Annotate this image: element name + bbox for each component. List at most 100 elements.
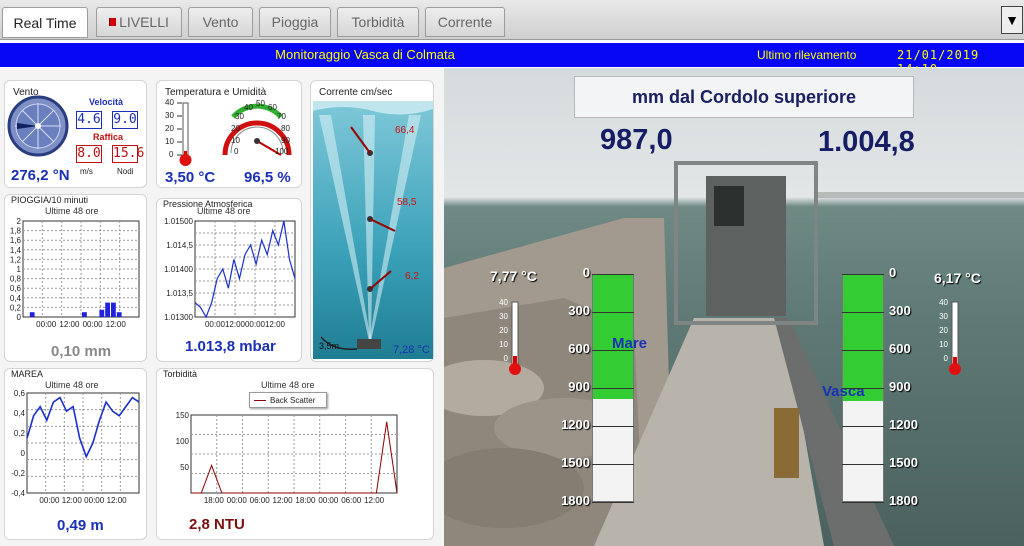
y-tick-label: 1,2	[10, 255, 22, 264]
temp-scale-10: 10	[165, 137, 174, 146]
y-tick-label: 2	[17, 217, 22, 226]
gauge-tick-line	[842, 426, 884, 427]
gauge-tick-label: 300	[889, 303, 911, 318]
current-value-2: 58,5	[397, 197, 417, 208]
x-tick-label: 12:00	[106, 320, 127, 329]
x-tick-label: 12:00	[225, 320, 246, 329]
y-tick-label: 0,8	[10, 275, 22, 284]
unit-ms-label: m/s	[80, 167, 93, 176]
gauge-tick-line	[592, 464, 634, 465]
y-tick-label: 0,2	[14, 429, 26, 438]
x-tick-label: 18:00	[204, 496, 225, 505]
tab-label: Torbidità	[351, 14, 405, 30]
page-title: Monitoraggio Vasca di Colmata	[275, 47, 455, 62]
tab-real-time[interactable]: Real Time	[2, 7, 88, 38]
pressure-panel: Pressione Atmosferica Ultime 48 ore 1.01…	[156, 198, 302, 362]
dashboard-left: Vento Velocità 4.6 9.0 Raffica 8.0 15.6 …	[0, 68, 444, 546]
speed-label: Velocità	[89, 97, 124, 107]
plot-area	[190, 414, 398, 494]
speed-ms-display: 4.6	[76, 111, 102, 129]
basin-thermometer-icon	[949, 301, 961, 375]
y-tick-label: -0,4	[11, 489, 25, 498]
rain-bar	[116, 312, 122, 317]
gauge-tick-line	[842, 388, 884, 389]
tab-label: Pioggia	[271, 14, 319, 30]
x-tick-label: 12:00	[273, 496, 294, 505]
gauge-tick-label: 1200	[561, 417, 590, 432]
x-tick-label: 12:00	[62, 496, 83, 505]
y-tick-label: 0,4	[10, 294, 22, 303]
current-panel: Corrente cm/sec 66,4 58,5 6,2 3,5m 7,28 …	[310, 80, 434, 362]
hum-scale-70: 70	[277, 112, 286, 121]
chevron-down-icon: ▼	[1005, 12, 1019, 28]
x-tick-label: 06:00	[341, 496, 362, 505]
x-tick-label: 00:00	[39, 496, 60, 505]
gust-kn-display: 15.6	[112, 145, 145, 163]
y-tick-label: 1	[17, 265, 22, 274]
hum-scale-90: 90	[281, 136, 290, 145]
thermometer-scale-label: 0	[503, 354, 508, 363]
temp-scale-20: 20	[165, 124, 174, 133]
temp-scale-0: 0	[169, 150, 174, 159]
thermometer-scale-label: 30	[499, 312, 508, 321]
tab-corrente[interactable]: Corrente	[425, 7, 505, 37]
hum-scale-10: 10	[231, 136, 240, 145]
y-tick-label: 0,4	[14, 409, 26, 418]
x-tick-label: 00:00	[227, 496, 248, 505]
pressure-value: 1.013,8 mbar	[185, 338, 276, 355]
y-tick-label: 0,2	[10, 303, 22, 312]
basin-level-value: 1.004,8	[818, 126, 915, 158]
tab-pioggia[interactable]: Pioggia	[259, 7, 331, 37]
basin-temp-value: 6,17 °C	[934, 270, 981, 286]
gauge-tick-label: 600	[889, 341, 911, 356]
turbidity-panel: Torbidità Ultime 48 ore Back Scatter 150…	[156, 368, 434, 540]
thermometer-scale-label: 20	[939, 326, 948, 335]
temp-humidity-panel: Temperatura e Umidità 40 30 20 10 0 0 10…	[156, 80, 302, 188]
temperature-value: 3,50 °C	[165, 169, 216, 186]
gauge-tick-label: 1500	[561, 455, 590, 470]
tide-chart: 0,60,40,20-0,2-0,400:00 12:00 00:00 12:00	[11, 389, 140, 505]
hum-scale-20: 20	[231, 124, 240, 133]
y-tick-label: 1.014,5	[166, 241, 193, 250]
tab-vento[interactable]: Vento	[188, 7, 253, 37]
rain-subtitle: Ultime 48 ore	[45, 206, 99, 216]
temp-scale-30: 30	[165, 111, 174, 120]
y-tick-label: 0,6	[14, 389, 26, 398]
levels-title: mm dal Cordolo superiore	[574, 76, 914, 118]
x-tick-label: 00:00	[205, 320, 226, 329]
tab-livelli[interactable]: LIVELLI	[96, 7, 182, 37]
gauge-tick-line	[592, 426, 634, 427]
temp-scale-40: 40	[165, 98, 174, 107]
y-tick-label: 1,4	[10, 246, 22, 255]
hum-scale-30: 30	[235, 112, 244, 121]
hum-scale-100: 100	[275, 147, 289, 156]
wind-panel: Vento Velocità 4.6 9.0 Raffica 8.0 15.6 …	[4, 80, 147, 188]
legend-swatch	[254, 400, 266, 401]
rain-bar	[111, 302, 116, 317]
last-reading-label: Ultimo rilevamento	[757, 48, 857, 62]
hum-scale-80: 80	[281, 124, 290, 133]
thermometer-scale-label: 40	[939, 298, 948, 307]
sea-temp-value: 7,77 °C	[490, 268, 537, 284]
tab-label: Real Time	[13, 14, 77, 31]
rain-bar	[82, 312, 87, 317]
x-tick-label: 00:00	[84, 496, 105, 505]
current-value-3: 6,2	[405, 271, 419, 282]
hum-scale-40: 40	[244, 103, 253, 112]
gauge-tick-line	[842, 312, 884, 313]
gauge-tick-line	[842, 350, 884, 351]
unit-kn-label: Nodi	[117, 167, 134, 176]
x-tick-label: 12:00	[364, 496, 385, 505]
x-tick-label: 00:00	[83, 320, 104, 329]
y-tick-label: 100	[176, 437, 190, 446]
gauge-tick-label: 1200	[889, 417, 918, 432]
x-tick-label: 00:00	[36, 320, 57, 329]
compass-icon	[7, 95, 69, 157]
header-bar: Monitoraggio Vasca di Colmata Ultimo ril…	[0, 43, 1024, 76]
dropdown-button[interactable]: ▼	[1001, 6, 1023, 34]
hum-scale-0: 0	[234, 147, 239, 156]
gauge-tick-line	[842, 464, 884, 465]
y-tick-label: 1.013,5	[166, 289, 193, 298]
wind-direction-value: 276,2 °N	[11, 167, 70, 184]
tab-torbidita[interactable]: Torbidità	[337, 7, 419, 37]
